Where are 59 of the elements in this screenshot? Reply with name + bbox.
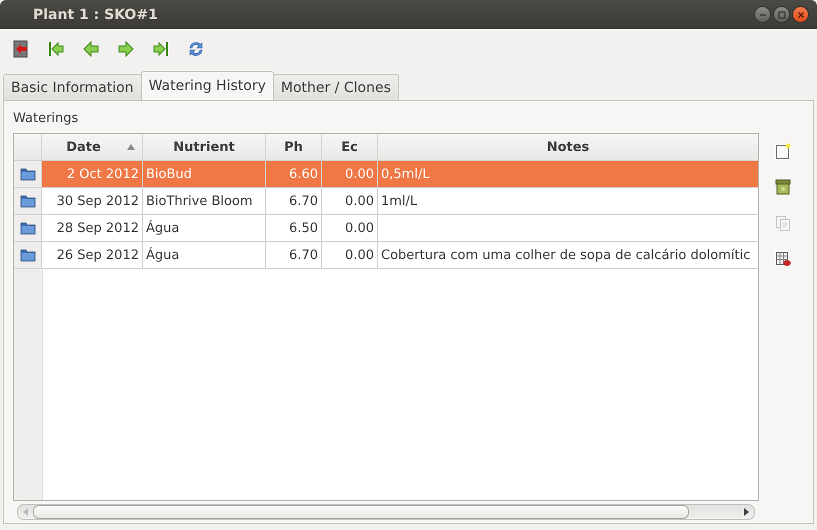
table-cell: 0.00	[345, 194, 374, 208]
new-document-icon	[775, 143, 791, 159]
exit-door-icon	[12, 40, 30, 58]
tab[interactable]: Basic Information	[3, 74, 142, 100]
table-cell: 0.00	[345, 220, 374, 236]
scroll-left-icon	[23, 508, 29, 516]
last-arrow-icon	[152, 40, 170, 58]
table-cell: 2 Oct 2012	[66, 166, 139, 182]
refresh-icon	[187, 40, 205, 58]
delete-button[interactable]	[775, 251, 793, 269]
column-header[interactable]: Notes	[378, 134, 758, 161]
folder-icon	[20, 248, 36, 262]
minimize-button[interactable]	[754, 6, 771, 23]
folder-icon	[20, 167, 36, 181]
folder-icon	[20, 221, 36, 235]
column-header[interactable]: Nutrient	[143, 134, 266, 161]
horizontal-scrollbar[interactable]	[17, 504, 755, 520]
left-arrow-icon	[82, 40, 100, 58]
table-cell: 30 Sep 2012	[56, 194, 139, 208]
close-icon	[796, 10, 806, 20]
header-cell	[14, 134, 42, 161]
table-cell: 6.70	[289, 248, 318, 262]
folder-icon	[20, 194, 36, 208]
column-header[interactable]: Ec	[322, 134, 378, 161]
archive-box-icon	[775, 179, 791, 195]
scrollbar-thumb[interactable]	[33, 505, 689, 519]
table-cell: 6.60	[289, 166, 318, 182]
table-cell: Água	[146, 220, 180, 236]
maximize-icon	[776, 10, 786, 20]
scroll-right-icon	[743, 508, 749, 516]
column-header[interactable]: Date	[42, 134, 143, 161]
table-delete-icon	[775, 251, 791, 267]
table-cell: 0.00	[345, 248, 374, 262]
table-cell: 0,5ml/L	[381, 166, 430, 182]
table-row[interactable]: 30 Sep 2012 BioThrive Bloom 6.70 0.00 1ml/L	[14, 188, 758, 215]
close-button[interactable]	[792, 6, 809, 23]
table-row[interactable]: 26 Sep 2012 Água 6.70 0.00 Cobertura com uma colher de sopa de calcário dolomític	[14, 242, 758, 269]
maximize-button[interactable]	[773, 6, 790, 23]
table-cell: BioBud	[146, 166, 192, 182]
table-cell: 28 Sep 2012	[56, 220, 139, 236]
table-row[interactable]: 28 Sep 2012 Água 6.50 0.00	[14, 215, 758, 242]
archive-button[interactable]	[775, 179, 793, 197]
table-cell: 1ml/L	[381, 194, 418, 208]
table-cell: 0.00	[345, 166, 374, 182]
column-header[interactable]: Ph	[266, 134, 322, 161]
first-arrow-icon	[47, 40, 65, 58]
new-button[interactable]	[775, 143, 793, 161]
right-arrow-icon	[117, 40, 135, 58]
table-cell: BioThrive Bloom	[146, 194, 253, 208]
tab[interactable]: Watering History	[140, 71, 274, 100]
table-cell: Água	[146, 248, 180, 262]
copy-icon	[775, 215, 791, 231]
table-cell: 6.50	[289, 220, 318, 236]
table-cell: 6.70	[289, 194, 318, 208]
table-cell: Cobertura com uma colher de sopa de calcário dolomític	[381, 248, 750, 262]
table-cell: 26 Sep 2012	[56, 248, 139, 262]
window-title: Plant 1 : SKO#1	[33, 6, 158, 22]
tab[interactable]: Mother / Clones	[272, 74, 399, 100]
section-label: Waterings	[13, 111, 80, 126]
